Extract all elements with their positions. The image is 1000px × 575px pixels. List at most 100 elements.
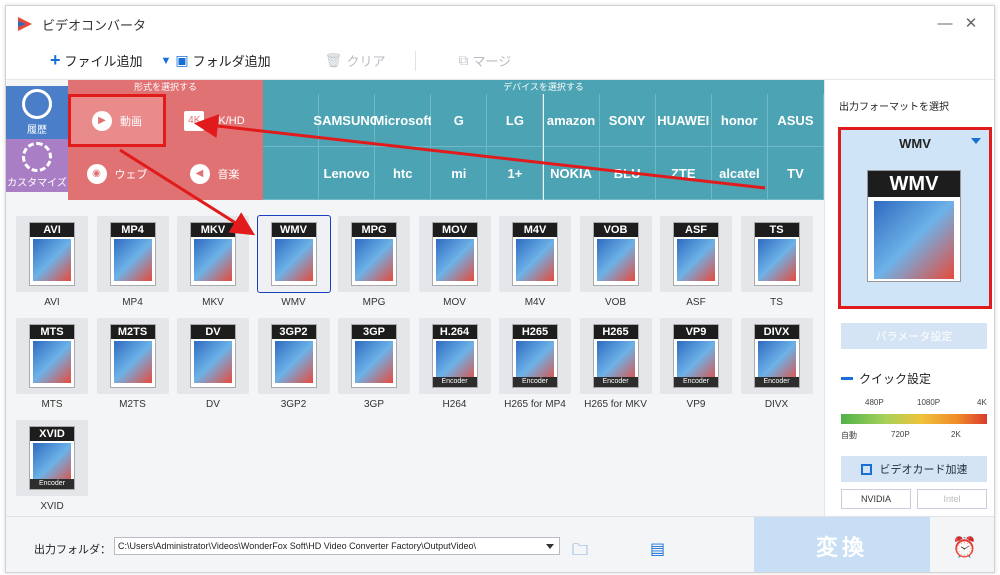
device-brand-cell[interactable]: SONY [599, 94, 656, 147]
format-label: WMV [281, 297, 306, 308]
format-item[interactable]: VP9 Encoder VP9 [660, 318, 732, 413]
device-brand-cell[interactable]: amazon [543, 94, 600, 147]
format-tile[interactable]: AVI [16, 216, 88, 292]
format-item[interactable]: MPG MPG [338, 216, 410, 311]
close-button[interactable]: ✕ [962, 15, 980, 33]
format-label: M2TS [119, 399, 146, 410]
format-tile[interactable]: M4V [499, 216, 571, 292]
format-item[interactable]: TS TS [740, 216, 813, 311]
output-folder-dropdown[interactable] [542, 538, 558, 554]
category-video[interactable]: ▶ 動画 [68, 94, 166, 147]
convert-button[interactable]: 変換 [754, 517, 930, 572]
format-tile[interactable]: MP4 [96, 216, 169, 292]
customize-tab[interactable]: カスタマイズ [6, 139, 68, 192]
format-tile[interactable]: 3GP [338, 318, 410, 394]
output-folder-input[interactable]: C:\Users\Administrator\Videos\WonderFox … [114, 537, 560, 555]
device-brand-cell[interactable]: NOKIA [543, 147, 600, 200]
device-brand-cell[interactable]: HUAWEI [655, 94, 712, 147]
format-item[interactable]: H265 Encoder H265 for MKV [579, 318, 652, 413]
device-brand-cell[interactable]: Lenovo [319, 147, 376, 200]
format-item[interactable]: H.264 Encoder H264 [418, 318, 491, 413]
format-item[interactable]: MKV MKV [177, 216, 249, 311]
format-tile[interactable]: 3GP2 [257, 318, 330, 394]
intel-option[interactable]: Intel [917, 489, 987, 509]
format-item[interactable]: XVID Encoder XVID [16, 420, 88, 515]
device-brand-cell[interactable]: mi [431, 147, 488, 200]
format-tile[interactable]: ASF [660, 216, 732, 292]
encoder-badge: Encoder [513, 377, 557, 387]
add-file-button[interactable]: + ファイル追加 [50, 50, 143, 71]
format-label: XVID [40, 501, 64, 512]
format-item[interactable]: DIVX Encoder DIVX [740, 318, 813, 413]
format-item[interactable]: VOB VOB [579, 216, 652, 311]
clear-button[interactable]: 🗑 クリア [325, 51, 386, 70]
format-tile[interactable]: H.264 Encoder [418, 318, 491, 394]
device-brand-cell[interactable]: 1+ [487, 147, 544, 200]
format-item[interactable]: 3GP2 3GP2 [257, 318, 330, 413]
device-brand-label: HUAWEI [657, 112, 710, 128]
format-tile[interactable]: TS [740, 216, 813, 292]
format-item[interactable]: AVI AVI [16, 216, 88, 311]
format-icon: AVI [29, 222, 75, 286]
format-item[interactable]: H265 Encoder H265 for MP4 [499, 318, 571, 413]
device-brand-cell[interactable]: BLU [599, 147, 656, 200]
merge-button[interactable]: ⧉ マージ [458, 51, 511, 70]
format-item[interactable]: WMV WMV [256, 215, 331, 311]
category-4k-hd[interactable]: 4K 4K/HD [166, 94, 263, 147]
format-item[interactable]: MP4 MP4 [96, 216, 169, 311]
play-icon: ▶ [92, 110, 112, 131]
format-item[interactable]: M2TS M2TS [96, 318, 169, 413]
chevron-down-icon[interactable] [971, 138, 981, 144]
device-brand-cell[interactable]: Microsoft [373, 94, 432, 147]
format-tile[interactable]: H265 Encoder [499, 318, 571, 394]
format-tile[interactable]: MOV [418, 216, 491, 292]
format-tile[interactable]: H265 Encoder [579, 318, 652, 394]
nvidia-option[interactable]: NVIDIA [841, 489, 911, 509]
category-music[interactable]: ◀ 音楽 [166, 147, 263, 200]
format-tile[interactable]: VOB [579, 216, 652, 292]
minimize-button[interactable]: — [936, 15, 954, 33]
format-tile[interactable]: MTS [16, 318, 88, 394]
scale-2k: 2K [951, 430, 961, 439]
format-tile[interactable]: MKV [177, 216, 249, 292]
quality-slider[interactable] [841, 414, 987, 424]
format-item[interactable]: DV DV [177, 318, 249, 413]
format-tile[interactable]: WMV [256, 215, 331, 293]
device-brand-cell[interactable]: LG [487, 94, 544, 147]
plus-icon: + [50, 50, 61, 70]
format-item[interactable]: 3GP 3GP [338, 318, 410, 413]
device-brand-cell[interactable]: G [431, 94, 488, 147]
format-tile[interactable]: XVID Encoder [16, 420, 88, 496]
device-brand-cell[interactable]: alcatel [711, 147, 768, 200]
add-folder-button[interactable]: ▼ ▣ フォルダ追加 [161, 51, 271, 70]
device-brand-cell[interactable]: ZTE [655, 147, 712, 200]
gpu-acceleration-button[interactable]: ビデオカード加速 [841, 456, 987, 482]
parameter-settings-button[interactable]: パラメータ設定 [841, 323, 987, 349]
alarm-clock-icon[interactable]: ⏰ [952, 535, 977, 560]
category-web[interactable]: ◉ ウェブ [68, 147, 166, 200]
category-music-label: 音楽 [217, 168, 240, 181]
device-brand-cell[interactable]: SAMSUNG [313, 94, 380, 147]
selected-format-box[interactable]: WMV WMV [838, 127, 992, 309]
device-brand-cell[interactable]: htc [375, 147, 432, 200]
video-folder-icon[interactable]: ▤ [650, 539, 665, 559]
format-tile[interactable]: VP9 Encoder [660, 318, 732, 394]
history-tab[interactable]: 履歴 [6, 86, 68, 139]
format-tile[interactable]: DV [177, 318, 249, 394]
format-tile[interactable]: M2TS [96, 318, 169, 394]
format-tile[interactable]: DIVX Encoder [740, 318, 813, 394]
format-label: 3GP2 [280, 399, 307, 410]
format-item[interactable]: ASF ASF [660, 216, 732, 311]
device-brand-cell[interactable] [263, 147, 320, 200]
device-brand-cell[interactable]: honor [711, 94, 768, 147]
format-tile[interactable]: MPG [338, 216, 410, 292]
format-item[interactable]: MTS MTS [16, 318, 88, 413]
format-item[interactable]: M4V M4V [499, 216, 571, 311]
format-artwork [194, 341, 232, 383]
format-item[interactable]: MOV MOV [418, 216, 491, 311]
format-artwork [677, 239, 715, 281]
device-brand-cell[interactable] [263, 94, 320, 147]
device-brand-cell[interactable]: TV [767, 147, 824, 200]
device-brand-cell[interactable]: ASUS [767, 94, 824, 147]
folder-open-icon[interactable]: 🗀 [572, 539, 588, 566]
